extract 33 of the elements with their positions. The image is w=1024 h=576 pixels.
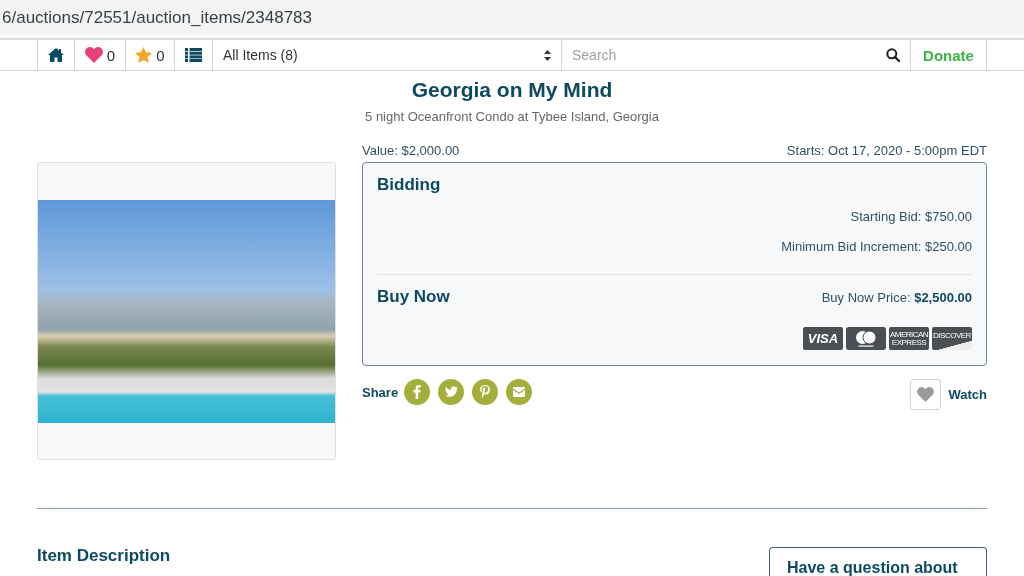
list-icon xyxy=(185,48,202,62)
share-label: Share xyxy=(362,384,399,400)
watch-button[interactable] xyxy=(910,379,942,410)
twitter-icon[interactable] xyxy=(438,379,465,405)
bid-detail: Starting Bid: $750.00 xyxy=(850,209,972,224)
watch-label: Watch xyxy=(948,387,987,402)
pinterest-icon[interactable] xyxy=(472,379,499,405)
star-icon xyxy=(135,47,153,63)
question-box-heading: Have a question about xyxy=(769,547,987,576)
starred-button[interactable]: 0 xyxy=(125,40,174,70)
bid-detail: Minimum Bid Increment: $250.00 xyxy=(781,239,972,254)
envelope-icon[interactable] xyxy=(506,379,533,405)
search-icon[interactable] xyxy=(886,48,900,62)
facebook-icon[interactable] xyxy=(404,379,431,405)
start-time: Starts: Oct 17, 2020 - 5:00pm EDT xyxy=(786,142,987,160)
favorites-button[interactable]: 0 xyxy=(74,40,125,70)
amex-logo: AMERICAN EXPRESS xyxy=(889,327,929,350)
visa-logo: VISA xyxy=(803,327,843,350)
buy-now-price: Buy Now Price: $2,500.00 xyxy=(821,289,972,305)
item-value: Value: $2,000.00 xyxy=(362,142,460,160)
home-icon xyxy=(48,48,64,62)
heart-icon xyxy=(84,47,103,63)
description-heading: Item Description xyxy=(37,545,171,567)
discover-logo: DISCOVER xyxy=(932,327,972,350)
search-field[interactable]: Search xyxy=(572,45,878,65)
item-subtitle: 5 night Oceanfront Condo at Tybee Island, Georgia xyxy=(365,108,659,126)
item-title: Georgia on My Mind xyxy=(411,77,613,103)
mastercard-logo-icon xyxy=(846,327,886,350)
sort-caret-icon xyxy=(544,49,551,61)
address-bar[interactable]: 6/auctions/72551/auction_items/2348783 xyxy=(0,0,1024,35)
category-select[interactable]: All Items (8) xyxy=(212,40,561,70)
bidding-heading: Bidding xyxy=(377,175,441,194)
buy-now-heading: Buy Now xyxy=(377,286,450,308)
